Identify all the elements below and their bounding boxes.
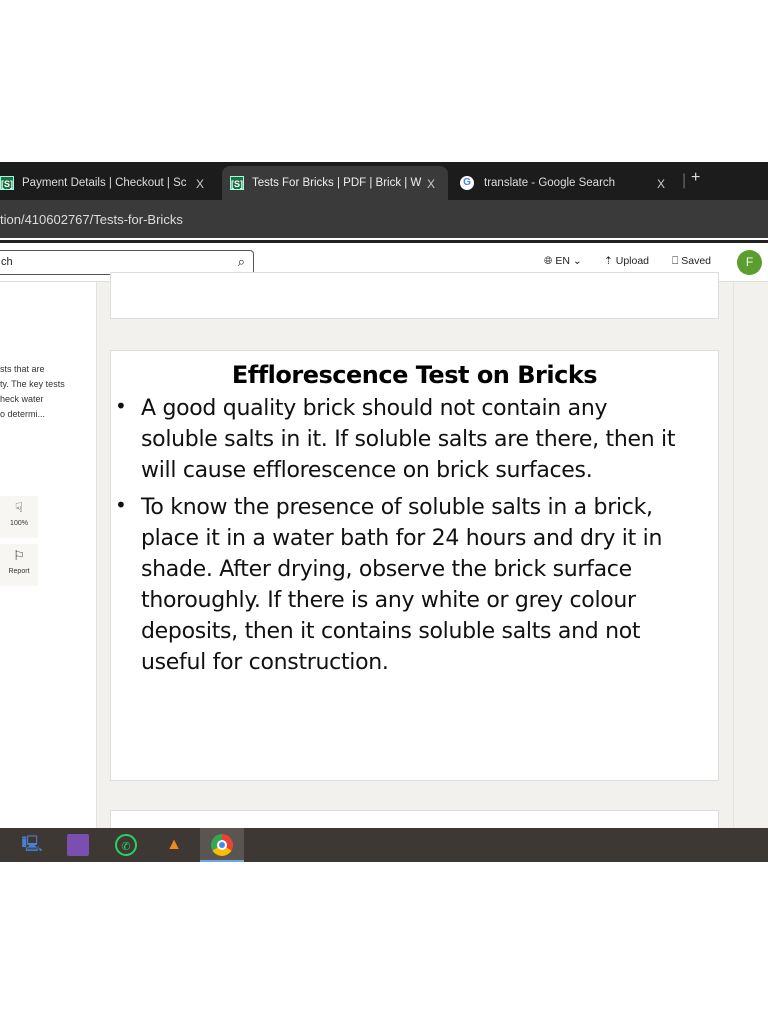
upload-button[interactable]: ⇡ Upload — [604, 255, 649, 267]
close-icon[interactable]: X — [196, 177, 204, 191]
google-favicon-icon: G — [460, 176, 474, 190]
desc-line: sts that are — [0, 364, 45, 374]
tab-label: translate - Google Search — [484, 177, 616, 189]
whatsapp-icon[interactable]: ✆ — [115, 834, 137, 856]
desc-line: o determi... — [0, 409, 46, 419]
computer-icon[interactable]: 🖳︎ — [21, 834, 43, 856]
bookmark-icon: ⎕ — [672, 255, 679, 267]
document-page: Efflorescence Test on Bricks A good qual… — [110, 350, 719, 781]
bullet-list: A good quality brick should not contain … — [111, 391, 718, 678]
chrome-icon — [211, 834, 233, 856]
upload-icon: ⇡ — [604, 255, 613, 267]
vlc-icon[interactable]: ▲ — [163, 834, 185, 856]
document-viewer: sts that are ty. The key tests heck wate… — [0, 272, 768, 840]
sidebar: sts that are ty. The key tests heck wate… — [0, 282, 97, 828]
saved-label: Saved — [681, 255, 712, 267]
document-description: sts that are ty. The key tests heck wate… — [0, 362, 80, 422]
dislike-button[interactable]: ☟ 100% — [0, 496, 38, 538]
report-label: Report — [8, 568, 30, 575]
globe-icon: 🌐︎ — [544, 255, 553, 267]
search-placeholder: ch — [1, 256, 13, 268]
bullet-item: A good quality brick should not contain … — [111, 391, 718, 486]
upload-label: Upload — [615, 255, 650, 267]
bullet-item: To know the presence of soluble salts in… — [111, 490, 718, 678]
tab-strip: [S] Payment Details | Checkout | Sc X [S] T… — [0, 162, 768, 200]
tab-payment[interactable]: [S] Payment Details | Checkout | Sc X — [0, 166, 217, 200]
chrome-taskbar-button[interactable] — [200, 828, 244, 862]
close-icon[interactable]: X — [657, 177, 665, 191]
close-icon[interactable]: X — [427, 177, 435, 191]
scribd-favicon-icon: [S] — [230, 176, 244, 190]
desc-line: heck water — [0, 394, 44, 404]
search-icon[interactable]: ⌕ — [238, 254, 245, 270]
address-bar[interactable]: tion/410602767/Tests-for-Bricks — [0, 200, 768, 238]
saved-button[interactable]: ⎕ Saved — [672, 255, 711, 268]
tab-google-translate[interactable]: Gtranslate - Google Search X — [452, 166, 677, 200]
flag-icon: ⚐ — [13, 548, 25, 563]
language-button[interactable]: 🌐︎ EN ⌄ — [544, 255, 582, 268]
tab-label: Tests For Bricks | PDF | Brick | W — [252, 177, 422, 189]
slide-title: Efflorescence Test on Bricks — [231, 361, 598, 389]
desc-line: ty. The key tests — [0, 379, 65, 389]
tab-label: Payment Details | Checkout | Sc — [22, 177, 187, 189]
new-tab-button[interactable]: + — [691, 169, 700, 187]
taskbar: 🖳︎ ✆ ▲ — [0, 828, 768, 862]
dislike-percent: 100% — [10, 520, 28, 527]
tab-tests-for-bricks[interactable]: [S] Tests For Bricks | PDF | Brick | W X — [222, 166, 448, 200]
report-button[interactable]: ⚐ Report — [0, 544, 38, 586]
thumbs-down-icon: ☟ — [15, 500, 23, 515]
language-label: EN ⌄ — [555, 255, 582, 267]
avatar[interactable]: F — [737, 250, 762, 275]
scribd-favicon-icon: [S] — [0, 176, 14, 190]
document-page-previous — [110, 272, 719, 319]
url-text: tion/410602767/Tests-for-Bricks — [0, 212, 183, 227]
photo-app-icon[interactable] — [67, 834, 89, 856]
scrollbar[interactable] — [733, 282, 768, 828]
